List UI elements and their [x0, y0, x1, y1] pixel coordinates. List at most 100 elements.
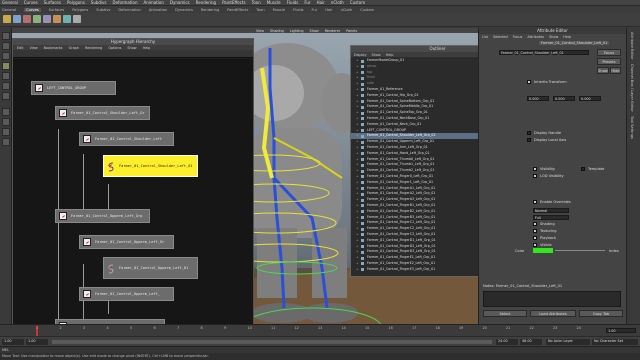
- menu-item[interactable]: Muscle: [267, 0, 281, 5]
- outliner-menu-item[interactable]: Display: [354, 53, 367, 57]
- viewport-menu-item[interactable]: Shading: [270, 29, 284, 33]
- shelf-tab[interactable]: Polygons: [72, 8, 88, 12]
- display-local-axis-checkbox[interactable]: [527, 138, 531, 142]
- shelf-tab[interactable]: Deformation: [118, 8, 140, 12]
- texturing-checkbox[interactable]: [533, 229, 537, 233]
- shelf-icon[interactable]: [73, 15, 81, 23]
- hide-button[interactable]: Hide: [610, 67, 621, 74]
- hypergraph-menu-item[interactable]: Edit: [17, 46, 24, 50]
- copy-tab-button[interactable]: Copy Tab: [579, 310, 623, 317]
- outliner-layout-icon[interactable]: [2, 138, 10, 146]
- viewport-menu-item[interactable]: Show: [310, 29, 319, 33]
- character-set-select[interactable]: No Character Set: [592, 339, 638, 345]
- playback-checkbox[interactable]: [533, 236, 537, 240]
- template-checkbox[interactable]: [581, 167, 585, 171]
- manipulator-tool-icon[interactable]: [2, 92, 10, 100]
- shelf-tab[interactable]: Hair: [325, 8, 332, 12]
- menu-item[interactable]: Fur: [304, 0, 310, 5]
- hypergraph-menu-item[interactable]: Show: [127, 46, 136, 50]
- display-handle-checkbox[interactable]: [527, 131, 531, 135]
- shelf-icon[interactable]: [13, 15, 21, 23]
- shelf-tab[interactable]: nCloth: [341, 8, 353, 12]
- node-name-field[interactable]: Farmer_01_Control_Shoulder_Left_01: [499, 50, 589, 55]
- shelf-tab[interactable]: Custom: [360, 8, 374, 12]
- visible-checkbox[interactable]: [533, 243, 537, 247]
- shelf-tab[interactable]: Animation: [149, 8, 167, 12]
- lod-visibility-checkbox[interactable]: [533, 174, 537, 178]
- current-frame-field[interactable]: 1.00: [606, 328, 636, 333]
- hypergraph-menu-item[interactable]: Bookmarks: [44, 46, 63, 50]
- layout-four-icon[interactable]: [2, 118, 10, 126]
- range-end-field[interactable]: 48.00: [520, 339, 542, 345]
- shelf-tab[interactable]: PaintEffects: [227, 8, 248, 12]
- attr-field-y[interactable]: 0.000: [553, 96, 575, 101]
- shelf-icon[interactable]: [33, 15, 41, 23]
- visibility-checkbox[interactable]: [533, 167, 537, 171]
- attribute-editor-menu-item[interactable]: List: [482, 35, 488, 39]
- shelf-tab[interactable]: Dynamics: [175, 8, 193, 12]
- shelf-tab[interactable]: General: [2, 8, 16, 12]
- shading-checkbox[interactable]: [533, 222, 537, 226]
- command-line[interactable]: MEL: [0, 346, 640, 353]
- shelf-icon[interactable]: [63, 15, 71, 23]
- lod-select[interactable]: Full: [533, 215, 569, 220]
- shelf-icon[interactable]: [23, 15, 31, 23]
- hypergraph-canvas[interactable]: LEFT_CONTROL_GROUP Farmer_01_Control_Shou…: [13, 59, 253, 349]
- shelf-tab[interactable]: Rendering: [201, 8, 219, 12]
- attr-field-z[interactable]: 0.000: [579, 96, 601, 101]
- select-tool-icon[interactable]: [2, 32, 10, 40]
- layout-single-icon[interactable]: [2, 108, 10, 116]
- viewport-menu-item[interactable]: View: [256, 29, 264, 33]
- range-start-field[interactable]: 1.00: [2, 339, 24, 345]
- inherits-transform-checkbox[interactable]: [527, 80, 531, 84]
- anim-layer-select[interactable]: No Anim Layer: [546, 339, 590, 345]
- hypergraph-menu-item[interactable]: Help: [143, 46, 151, 50]
- attribute-editor-menu-item[interactable]: Help: [563, 35, 571, 39]
- attribute-editor-menu-item[interactable]: Show: [549, 35, 558, 39]
- show-button[interactable]: Show: [597, 67, 609, 74]
- shelf-tab[interactable]: Toon: [256, 8, 264, 12]
- lasso-tool-icon[interactable]: [2, 42, 10, 50]
- paint-tool-icon[interactable]: [2, 52, 10, 60]
- viewport-menu-item[interactable]: Lighting: [290, 29, 304, 33]
- menu-item[interactable]: Surfaces: [44, 0, 61, 5]
- menu-item[interactable]: Deformation: [113, 0, 138, 5]
- side-tab[interactable]: Tool Settings: [630, 116, 634, 139]
- hypergraph-menu-item[interactable]: View: [30, 46, 38, 50]
- hypergraph-node[interactable]: LEFT_CONTROL_GROUP: [31, 81, 116, 95]
- rotate-tool-icon[interactable]: [2, 72, 10, 80]
- menu-item[interactable]: nCloth: [331, 0, 344, 5]
- layout-split-icon[interactable]: [2, 128, 10, 136]
- menu-item[interactable]: Custom: [350, 0, 365, 5]
- shelf-tab[interactable]: Surfaces: [49, 8, 65, 12]
- viewport-menu-item[interactable]: Renderer: [325, 29, 340, 33]
- shelf-tab[interactable]: Subdivs: [96, 8, 110, 12]
- attribute-editor-menu-item[interactable]: Focus: [513, 35, 523, 39]
- focus-button[interactable]: Focus: [597, 49, 621, 56]
- override-color-swatch[interactable]: [533, 248, 553, 253]
- menu-item[interactable]: PaintEffects: [222, 0, 246, 5]
- hypergraph-menu-item[interactable]: Graph: [69, 46, 79, 50]
- presets-button[interactable]: Presets: [597, 58, 621, 65]
- attribute-editor-menu-item[interactable]: Attributes: [527, 35, 544, 39]
- shelf-icon[interactable]: [43, 15, 51, 23]
- outliner-menu-item[interactable]: Show: [372, 53, 381, 57]
- move-tool-icon[interactable]: [2, 62, 10, 70]
- notes-field[interactable]: [483, 291, 621, 307]
- menu-item[interactable]: General: [2, 0, 18, 5]
- range-slider-bar[interactable]: [52, 340, 492, 344]
- expand-icon[interactable]: +: [356, 267, 359, 273]
- color-index-slider[interactable]: [555, 250, 605, 251]
- hypergraph-node[interactable]: Farmer_01_Control_Upperm_Left_Grp: [55, 209, 150, 223]
- menu-item[interactable]: Rendering: [196, 0, 216, 5]
- hypergraph-node[interactable]: Farmer_01_Control_Shoulder_Left_01: [103, 155, 198, 177]
- select-button[interactable]: Select: [483, 310, 527, 317]
- menu-item[interactable]: Polygons: [67, 0, 85, 5]
- hypergraph-menu-item[interactable]: Rendering: [85, 46, 102, 50]
- hypergraph-node[interactable]: Farmer_01_Control_Shoulder_Left: [79, 132, 174, 146]
- hypergraph-node[interactable]: Farmer_01_Control_Shoulder_Left_Gr: [55, 106, 150, 120]
- shelf-icon[interactable]: [53, 15, 61, 23]
- menu-item[interactable]: Dynamics: [170, 0, 190, 5]
- load-attributes-button[interactable]: Load Attributes: [530, 310, 576, 317]
- menu-item[interactable]: Curves: [24, 0, 38, 5]
